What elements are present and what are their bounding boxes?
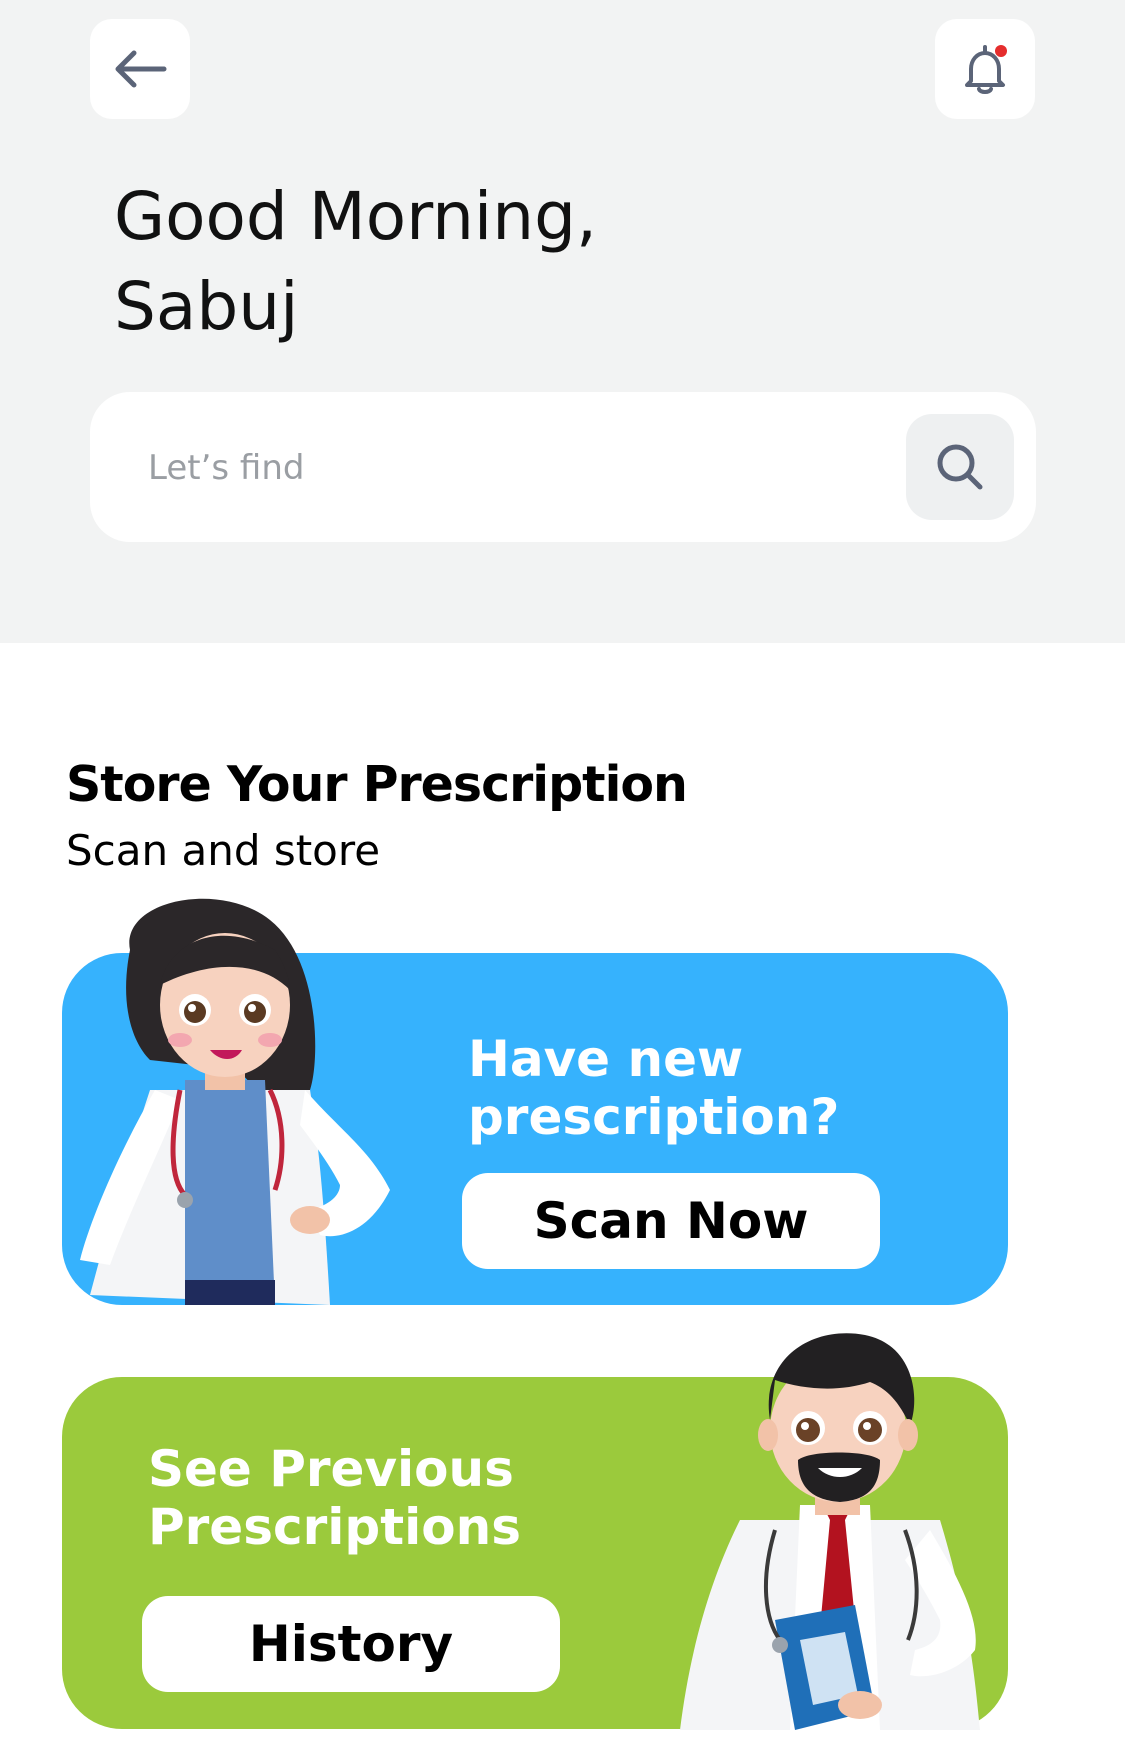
scan-card-line: Have new [468, 1030, 744, 1088]
history-card-line: Prescriptions [148, 1498, 521, 1556]
app-screen: Good Morning, Sabuj Store Your Prescript… [0, 0, 1125, 1756]
section-subtitle: Scan and store [66, 826, 381, 875]
section-title: Store Your Prescription [66, 756, 688, 813]
history-button[interactable]: History [142, 1596, 560, 1692]
search-button[interactable] [906, 414, 1014, 520]
notification-dot [995, 45, 1007, 57]
search-icon [937, 444, 983, 490]
history-card-line: See Previous [148, 1440, 514, 1498]
scan-now-button[interactable]: Scan Now [462, 1173, 880, 1269]
search-input[interactable] [148, 438, 848, 498]
greeting-line: Good Morning, [114, 178, 597, 255]
female-doctor-illustration [80, 898, 390, 1305]
arrow-left-icon [115, 50, 167, 88]
header: Good Morning, Sabuj [0, 0, 1125, 643]
user-name: Sabuj [114, 268, 299, 345]
notification-button[interactable] [935, 19, 1035, 119]
back-button[interactable] [90, 19, 190, 119]
male-doctor-illustration [680, 1333, 980, 1730]
greeting: Good Morning, Sabuj [114, 172, 597, 352]
bell-icon [965, 45, 1007, 94]
scan-card-text: Have new prescription? [468, 1030, 839, 1146]
history-card-text: See Previous Prescriptions [148, 1440, 521, 1556]
search-bar [90, 392, 1036, 542]
scan-card-line: prescription? [468, 1088, 840, 1146]
